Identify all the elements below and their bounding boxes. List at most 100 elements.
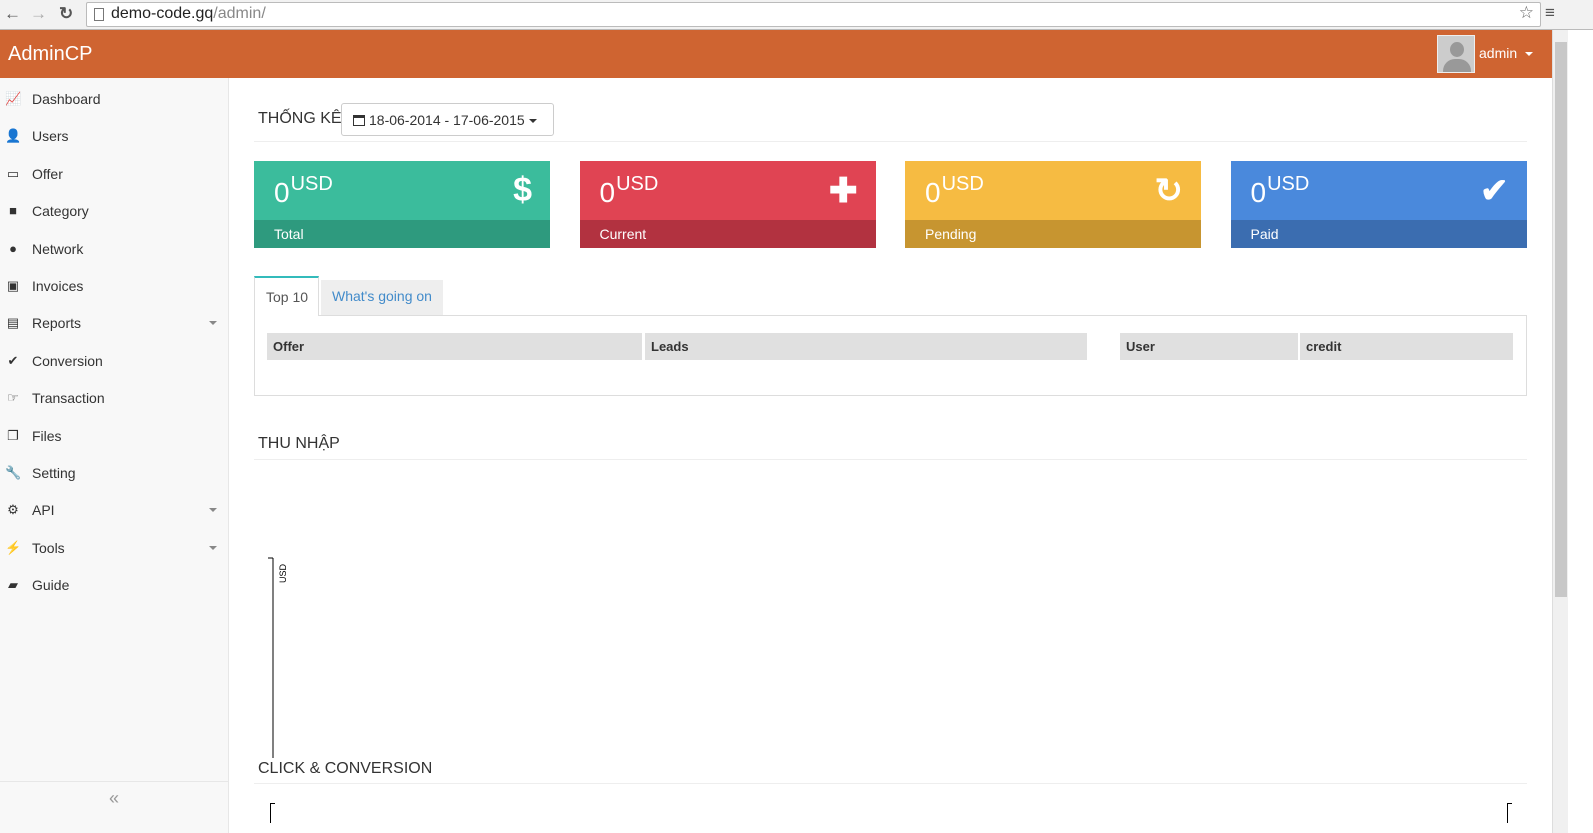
- money-icon: ▣: [6, 278, 20, 293]
- list-alt-icon: ▤: [6, 315, 20, 331]
- book-icon: ▰: [8, 577, 18, 593]
- stat-label: Pending: [905, 220, 1201, 248]
- col-offer: Offer: [267, 333, 642, 360]
- plug-icon: ⚡: [5, 539, 22, 555]
- sidebar-item-label: Users: [32, 128, 69, 145]
- back-icon[interactable]: ←: [4, 4, 21, 24]
- income-chart: USDNgày19/0523/0527/0531/0504/0608/0612/…: [268, 557, 288, 758]
- main-content: THỐNG KÊ 18-06-2014 - 17-06-2015 0USD $ To…: [229, 78, 1552, 833]
- sidebar-item-setting[interactable]: 🔧 Setting: [0, 454, 228, 491]
- sidebar-item-label: Tools: [32, 539, 65, 556]
- click-conversion-title: CLICK & CONVERSION: [258, 760, 433, 777]
- stat-label: Paid: [1230, 220, 1527, 248]
- stat-value: 0USD: [599, 173, 659, 208]
- sidebar-item-label: Setting: [32, 465, 76, 481]
- sidebar-item-users[interactable]: 👤 Users: [0, 117, 228, 154]
- star-icon[interactable]: ☆: [1519, 3, 1534, 23]
- stat-value: 0USD: [1250, 173, 1310, 208]
- chevron-down-icon: [209, 321, 217, 326]
- sidebar-item-label: Conversion: [32, 352, 103, 369]
- forward-icon[interactable]: →: [30, 4, 47, 24]
- chevron-down-icon: [528, 119, 537, 123]
- plus-icon: ✚: [829, 172, 858, 210]
- sidebar-item-transaction[interactable]: ☞ Transaction: [0, 379, 228, 416]
- click-chart-axis-right: [1507, 803, 1512, 823]
- gears-icon: ⚙: [7, 502, 19, 518]
- sidebar-item-label: Guide: [32, 577, 70, 594]
- stat-label: Total: [254, 220, 550, 248]
- sidebar-item-label: Dashboard: [32, 91, 101, 107]
- folder-icon: ■: [9, 203, 17, 219]
- scrollbar-thumb[interactable]: [1555, 42, 1567, 597]
- stat-card-paid: 0USD ✔ Paid: [1230, 161, 1527, 248]
- line-chart-icon: 📈: [5, 91, 22, 106]
- sidebar-item-offer[interactable]: ▭ Offer: [0, 155, 228, 192]
- check-icon: ✔: [7, 352, 19, 368]
- sidebar-item-reports[interactable]: ▤ Reports: [0, 304, 228, 341]
- sidebar-item-label: Transaction: [32, 390, 105, 407]
- date-range-picker[interactable]: 18-06-2014 - 17-06-2015: [341, 103, 554, 136]
- refresh-icon: ↻: [1154, 172, 1184, 210]
- stat-value: 0USD: [274, 173, 333, 208]
- stat-card-current: 0USD ✚ Current: [579, 161, 876, 248]
- check-icon: ✔: [1480, 172, 1509, 210]
- sidebar-item-invoices[interactable]: ▣ Invoices: [0, 267, 228, 304]
- tabs: Top 10 What's going on: [254, 276, 454, 316]
- stat-value: 0USD: [925, 173, 984, 208]
- sidebar-item-label: Invoices: [32, 278, 84, 294]
- tab-top-10[interactable]: Top 10: [254, 276, 319, 316]
- username: admin: [1479, 45, 1534, 61]
- inbox-icon: ▭: [6, 165, 20, 181]
- sidebar-item-label: Category: [32, 203, 89, 220]
- calendar-icon: [353, 115, 365, 126]
- date-range-value: 18-06-2014 - 17-06-2015: [369, 112, 525, 128]
- sidebar-item-tools[interactable]: ⚡ Tools: [0, 529, 228, 566]
- top-navbar: AdminCP admin: [0, 30, 1552, 78]
- sidebar-item-api[interactable]: ⚙ API: [0, 491, 228, 528]
- sidebar-item-label: Offer: [32, 165, 63, 182]
- col-user: User: [1120, 333, 1298, 360]
- stats-title: THỐNG KÊ: [258, 110, 342, 127]
- files-icon: ❐: [7, 427, 19, 443]
- reload-icon[interactable]: ↻: [59, 4, 73, 24]
- stat-card-total: 0USD $ Total: [254, 161, 550, 248]
- sidebar-item-label: Reports: [32, 315, 82, 332]
- sidebar-item-guide[interactable]: ▰ Guide: [0, 566, 228, 603]
- address-bar[interactable]: demo-code.gq/admin/ ☆: [86, 2, 1541, 27]
- url-path: /admin/: [213, 5, 266, 22]
- click-chart-axis: [270, 803, 275, 823]
- sidebar: « 📈 Dashboard 👤 Users ▭ Offer ■ Category ● Networ…: [0, 78, 229, 833]
- sidebar-item-files[interactable]: ❐ Files: [0, 417, 228, 454]
- globe-icon: ●: [9, 240, 17, 256]
- menu-icon[interactable]: ≡: [1545, 3, 1555, 23]
- sidebar-item-label: API: [32, 502, 55, 519]
- top10-panel: Offer Leads User credit: [254, 315, 1527, 396]
- sidebar-item-category[interactable]: ■ Category: [0, 192, 228, 229]
- brand-logo[interactable]: AdminCP: [8, 43, 92, 66]
- y-axis-label: USD: [278, 563, 288, 583]
- user-icon: 👤: [5, 128, 22, 144]
- collapse-sidebar-button[interactable]: «: [0, 781, 228, 816]
- sidebar-item-network[interactable]: ● Network: [0, 230, 228, 267]
- sidebar-item-dashboard[interactable]: 📈 Dashboard: [0, 80, 228, 117]
- sidebar-item-label: Network: [32, 240, 84, 257]
- sidebar-item-conversion[interactable]: ✔ Conversion: [0, 342, 228, 379]
- chevron-down-icon: [1525, 52, 1534, 56]
- wrench-icon: 🔧: [5, 465, 22, 480]
- col-credit: credit: [1300, 333, 1513, 360]
- tab-whats-going-on[interactable]: What's going on: [321, 280, 443, 316]
- avatar: [1437, 35, 1475, 73]
- sidebar-item-label: Files: [32, 427, 62, 444]
- dollar-icon: $: [513, 171, 532, 209]
- stat-label: Current: [579, 220, 876, 248]
- url-host: demo-code.gq: [111, 5, 214, 22]
- chevron-down-icon: [209, 545, 217, 550]
- browser-toolbar: ← → ↻ demo-code.gq/admin/ ☆ ≡: [0, 0, 1593, 30]
- scrollbar[interactable]: [1552, 30, 1568, 833]
- income-title: THU NHẬP: [258, 435, 340, 452]
- hand-icon: ☞: [7, 390, 19, 406]
- page-icon: [94, 8, 104, 21]
- stat-card-pending: 0USD ↻ Pending: [905, 161, 1201, 248]
- col-leads: Leads: [645, 333, 1087, 360]
- chevron-down-icon: [209, 508, 217, 513]
